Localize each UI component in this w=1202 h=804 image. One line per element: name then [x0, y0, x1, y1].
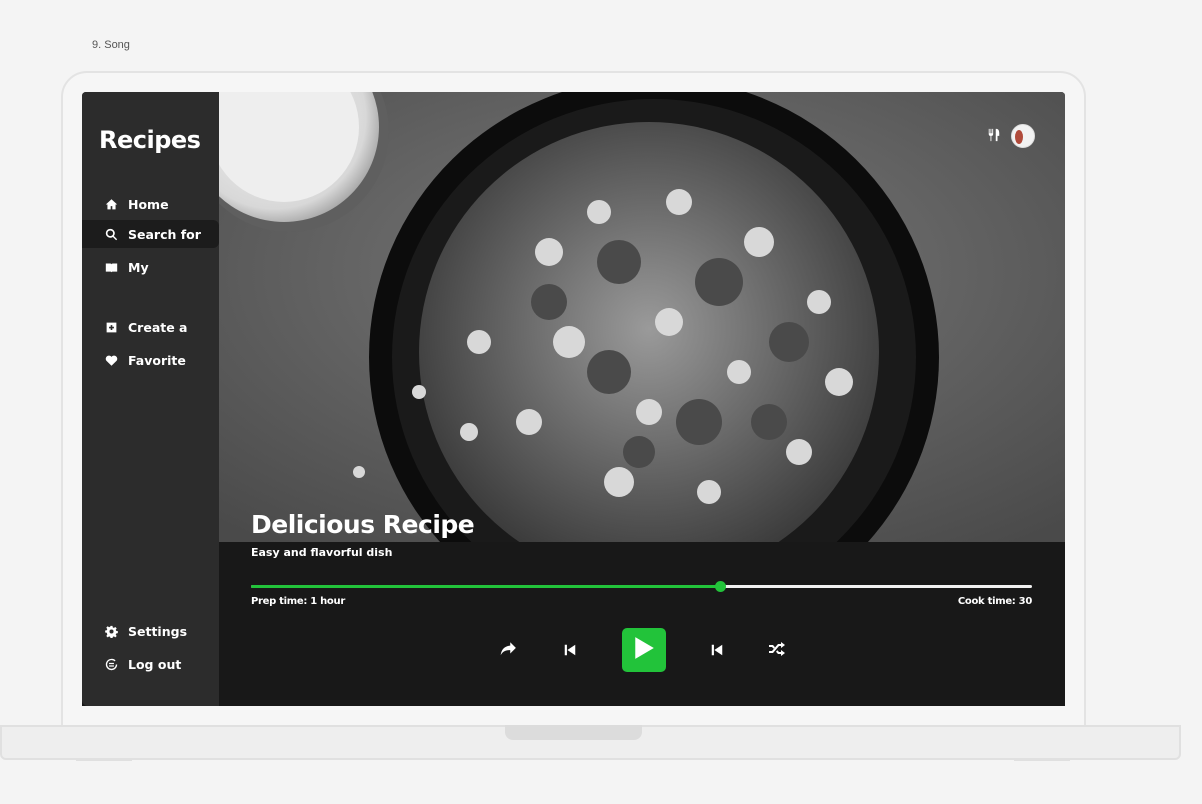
next-button[interactable] [706, 640, 728, 662]
sidebar: Recipes Home Search for My Create a Favo… [82, 92, 219, 706]
shuffle-button[interactable] [766, 640, 788, 662]
cutlery-icon[interactable] [987, 127, 1001, 146]
recipe-hero-image: Delicious Recipe [219, 92, 1065, 542]
play-icon [633, 636, 655, 664]
sidebar-item-label: Search for [128, 226, 201, 242]
brand-title: Recipes [99, 126, 201, 154]
next-icon [710, 642, 724, 661]
heart-icon [104, 353, 118, 367]
shuffle-icon [768, 641, 786, 661]
sidebar-item-my[interactable]: My [82, 253, 219, 281]
sidebar-item-logout[interactable]: Log out [82, 650, 219, 678]
prep-time: Prep time: 1 hour [251, 596, 345, 607]
home-icon [104, 197, 118, 211]
sidebar-item-label: Favorite [128, 352, 186, 368]
recipe-player: Easy and flavorful dish Prep time: 1 hou… [219, 542, 1065, 706]
progress-fill [251, 585, 720, 588]
app-screen: Recipes Home Search for My Create a Favo… [82, 92, 1065, 706]
laptop-foot-left [76, 758, 132, 761]
share-button[interactable] [497, 640, 519, 662]
sidebar-item-label: My [128, 259, 149, 275]
recipe-subtitle: Easy and flavorful dish [251, 546, 393, 559]
sidebar-item-label: Home [128, 196, 169, 212]
progress-bar[interactable] [251, 581, 1032, 592]
search-icon [104, 227, 118, 241]
progress-knob[interactable] [714, 581, 726, 592]
laptop-foot-right [1014, 758, 1070, 761]
previous-icon [563, 642, 577, 661]
logout-icon [104, 657, 118, 671]
sidebar-item-settings[interactable]: Settings [82, 617, 219, 645]
previous-button[interactable] [559, 640, 581, 662]
sidebar-item-favorite[interactable]: Favorite [82, 346, 219, 374]
book-icon [104, 260, 118, 274]
share-icon [499, 640, 517, 662]
plus-square-icon [104, 320, 118, 334]
gear-icon [104, 624, 118, 638]
sidebar-item-home[interactable]: Home [82, 190, 219, 218]
play-button[interactable] [622, 628, 666, 672]
laptop-notch [505, 725, 642, 740]
sidebar-item-label: Create a [128, 319, 188, 335]
top-icons [987, 124, 1035, 148]
player-controls [219, 628, 1065, 674]
recipe-title: Delicious Recipe [251, 510, 475, 539]
cook-time: Cook time: 30 [957, 596, 1032, 607]
frame-label: 9. Song [92, 39, 130, 51]
sidebar-item-search[interactable]: Search for [82, 220, 219, 248]
sidebar-item-label: Settings [128, 623, 188, 639]
food-photo [219, 92, 1065, 542]
avatar[interactable] [1011, 124, 1035, 148]
sidebar-item-create[interactable]: Create a [82, 313, 219, 341]
sidebar-item-label: Log out [128, 656, 182, 672]
